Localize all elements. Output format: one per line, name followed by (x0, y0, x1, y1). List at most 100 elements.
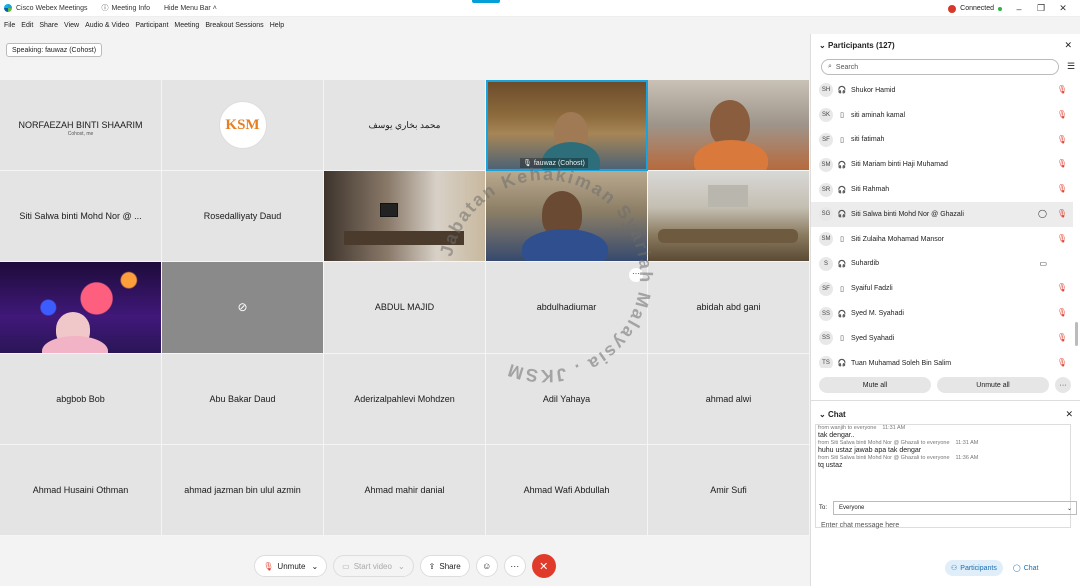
chat-time: 11:31 AM (882, 425, 906, 431)
participant-search-input[interactable]: ⌕ Search (821, 59, 1059, 75)
menu-breakout-sessions[interactable]: Breakout Sessions (205, 22, 263, 29)
participant-tile[interactable]: Ahmad Wafi Abdullah (486, 444, 648, 536)
mic-muted-icon[interactable]: 🎙 (1057, 184, 1067, 193)
participant-tile[interactable]: ABDUL MAJID (324, 262, 486, 354)
list-item[interactable]: SF ▯ siti fatimah 🎙 (811, 128, 1073, 153)
unmute-all-button[interactable]: Unmute all (937, 377, 1049, 393)
mic-muted-icon[interactable]: 🎙 (1057, 159, 1067, 168)
more-options-icon[interactable]: ··· (629, 268, 643, 283)
list-item[interactable]: SF ▯ Syaiful Fadzli 🎙 (811, 276, 1073, 301)
participant-tile[interactable]: NORFAEZAH BINTI SHAARIM Cohost, me (0, 80, 162, 172)
mic-muted-icon[interactable]: 🎙 (1057, 234, 1067, 243)
participant-tile[interactable]: abgbob Bob (0, 353, 162, 445)
participant-tile[interactable]: Ahmad mahir danial (324, 444, 486, 536)
menu-edit[interactable]: Edit (21, 22, 33, 29)
list-item[interactable]: SK ▯ siti aminah kamal 🎙 (811, 103, 1073, 128)
mic-muted-icon[interactable]: 🎙 (1057, 209, 1067, 218)
chevron-down-icon[interactable]: ⌄ (819, 41, 826, 50)
list-item[interactable]: TS 🎧 Tuan Muhamad Soleh Bin Salim 🎙 (811, 351, 1073, 368)
tab-participants[interactable]: ⚇ Participants (945, 560, 1003, 576)
list-item[interactable]: S 🎧 Suhardib ▭ (811, 252, 1073, 277)
chevron-down-icon[interactable]: ⌄ (311, 562, 318, 571)
menu-participant[interactable]: Participant (135, 22, 168, 29)
unmute-button[interactable]: 🎙 Unmute ⌄ (254, 555, 328, 577)
mic-muted-icon[interactable]: 🎙 (1057, 110, 1067, 119)
participant-name: Ahmad mahir danial (364, 484, 445, 495)
sort-icon[interactable]: ☰ (1067, 61, 1075, 72)
list-item[interactable]: SG 🎧 Siti Salwa binti Mohd Nor @ Ghazali… (811, 201, 1073, 227)
mic-muted-icon[interactable]: 🎙 (1057, 358, 1067, 367)
restore-icon[interactable]: ❐ (1030, 3, 1052, 14)
participant-video-tile[interactable] (0, 262, 162, 354)
app-title: Cisco Webex Meetings (4, 4, 87, 12)
participant-tile[interactable]: Adil Yahaya (486, 353, 648, 445)
participant-video-tile[interactable] (648, 80, 810, 172)
leave-meeting-button[interactable]: ✕ (531, 554, 556, 578)
participant-tile[interactable]: Abu Bakar Daud (162, 353, 324, 445)
participant-name: NORFAEZAH BINTI SHAARIM (18, 120, 143, 131)
menu-help[interactable]: Help (270, 22, 284, 29)
participant-tile[interactable]: abdulhadiumar ··· (486, 262, 648, 354)
chevron-down-icon[interactable]: ⌄ (398, 562, 405, 571)
participant-tile[interactable]: Aderizalpahlevi Mohdzen (324, 353, 486, 445)
mic-muted-icon[interactable]: 🎙 (1057, 85, 1067, 94)
panel-tabs: ⚇ Participants ◯ Chat (941, 560, 1045, 576)
more-options-button[interactable]: ··· (503, 555, 526, 577)
list-item[interactable]: SS 🎧 Syed M. Syahadi 🎙 (811, 301, 1073, 326)
participant-tile[interactable]: KSM (162, 80, 324, 172)
chat-message-input[interactable]: Enter chat message here (821, 522, 899, 529)
avatar: SM (819, 232, 833, 247)
close-chat-icon[interactable]: ✕ (1065, 409, 1073, 420)
participant-name: Amir Sufi (710, 484, 747, 495)
share-button[interactable]: ⇪ Share (419, 555, 470, 577)
meeting-info-button[interactable]: ⓘ Meeting Info (101, 3, 150, 13)
list-item[interactable]: SH 🎧 Shukor Hamid 🎙 (811, 78, 1073, 103)
more-options-button[interactable]: ··· (1055, 377, 1071, 393)
list-item[interactable]: SS ▯ Syed Syahadi 🎙 (811, 326, 1073, 351)
mic-muted-icon: 🎙 (263, 561, 274, 571)
audio-icon: 🎧 (837, 260, 847, 268)
close-panel-icon[interactable]: ✕ (1064, 40, 1072, 51)
participant-list-scrollbar[interactable] (1075, 322, 1078, 346)
participant-tile[interactable]: Siti Salwa binti Mohd Nor @ ... (0, 171, 162, 263)
mic-muted-icon[interactable]: 🎙 (1057, 283, 1067, 292)
menu-meeting[interactable]: Meeting (174, 22, 199, 29)
participant-tile[interactable]: Amir Sufi (648, 444, 810, 536)
share-label: Share (439, 561, 461, 571)
hide-menu-bar-button[interactable]: Hide Menu Bar ˄ (164, 5, 217, 12)
participant-tile[interactable]: Rosedalliyaty Daud (162, 171, 324, 263)
mic-muted-icon[interactable]: 🎙 (1057, 333, 1067, 342)
menu-view[interactable]: View (64, 22, 79, 29)
mic-muted-icon[interactable]: 🎙 (1057, 135, 1067, 144)
participant-tile[interactable]: abidah abd gani (648, 262, 810, 354)
list-item[interactable]: SM 🎧 Siti Mariam binti Haji Muhamad 🎙 (811, 152, 1073, 177)
participant-video-tile[interactable] (648, 171, 810, 263)
share-drag-handle[interactable] (472, 0, 500, 3)
minimize-icon[interactable]: – (1008, 4, 1030, 14)
chat-message: from Siti Salwa binti Mohd Nor @ Ghazali… (816, 455, 1070, 470)
active-speaker-video-tile[interactable]: 🎙 fauwaz (Cohost) (486, 80, 648, 172)
mic-muted-icon[interactable]: 🎙 (1057, 308, 1067, 317)
avatar: SF (819, 132, 833, 147)
list-item[interactable]: SM ▯ Siti Zulaiha Mohamad Mansor 🎙 (811, 227, 1073, 252)
participant-tile[interactable]: محمد بخاري يوسف (324, 80, 486, 172)
menu-audio-video[interactable]: Audio & Video (85, 22, 129, 29)
info-icon: ⓘ (101, 5, 109, 12)
close-icon[interactable]: ✕ (1052, 3, 1074, 14)
participant-video-tile[interactable] (324, 171, 486, 263)
tab-chat[interactable]: ◯ Chat (1007, 560, 1045, 576)
list-item[interactable]: SR 🎧 Siti Rahmah 🎙 (811, 177, 1073, 202)
participant-tile[interactable]: ahmad jazman bin ulul azmin (162, 444, 324, 536)
mute-all-button[interactable]: Mute all (819, 377, 931, 393)
start-video-button[interactable]: ▭ Start video ⌄ (333, 555, 414, 577)
menu-share[interactable]: Share (39, 22, 58, 29)
participant-tile[interactable]: Ahmad Husaini Othman (0, 444, 162, 536)
chat-icon[interactable]: ◯ (1038, 209, 1047, 218)
reactions-button[interactable]: ☺ (475, 555, 498, 577)
participant-video-tile[interactable] (486, 171, 648, 263)
menu-file[interactable]: File (4, 22, 15, 29)
recipient-select[interactable]: Everyone ⌄ (833, 501, 1077, 515)
chevron-down-icon[interactable]: ⌄ (819, 410, 826, 419)
camera-off-tile[interactable]: ⊘ (162, 262, 324, 354)
participant-tile[interactable]: ahmad alwi (648, 353, 810, 445)
